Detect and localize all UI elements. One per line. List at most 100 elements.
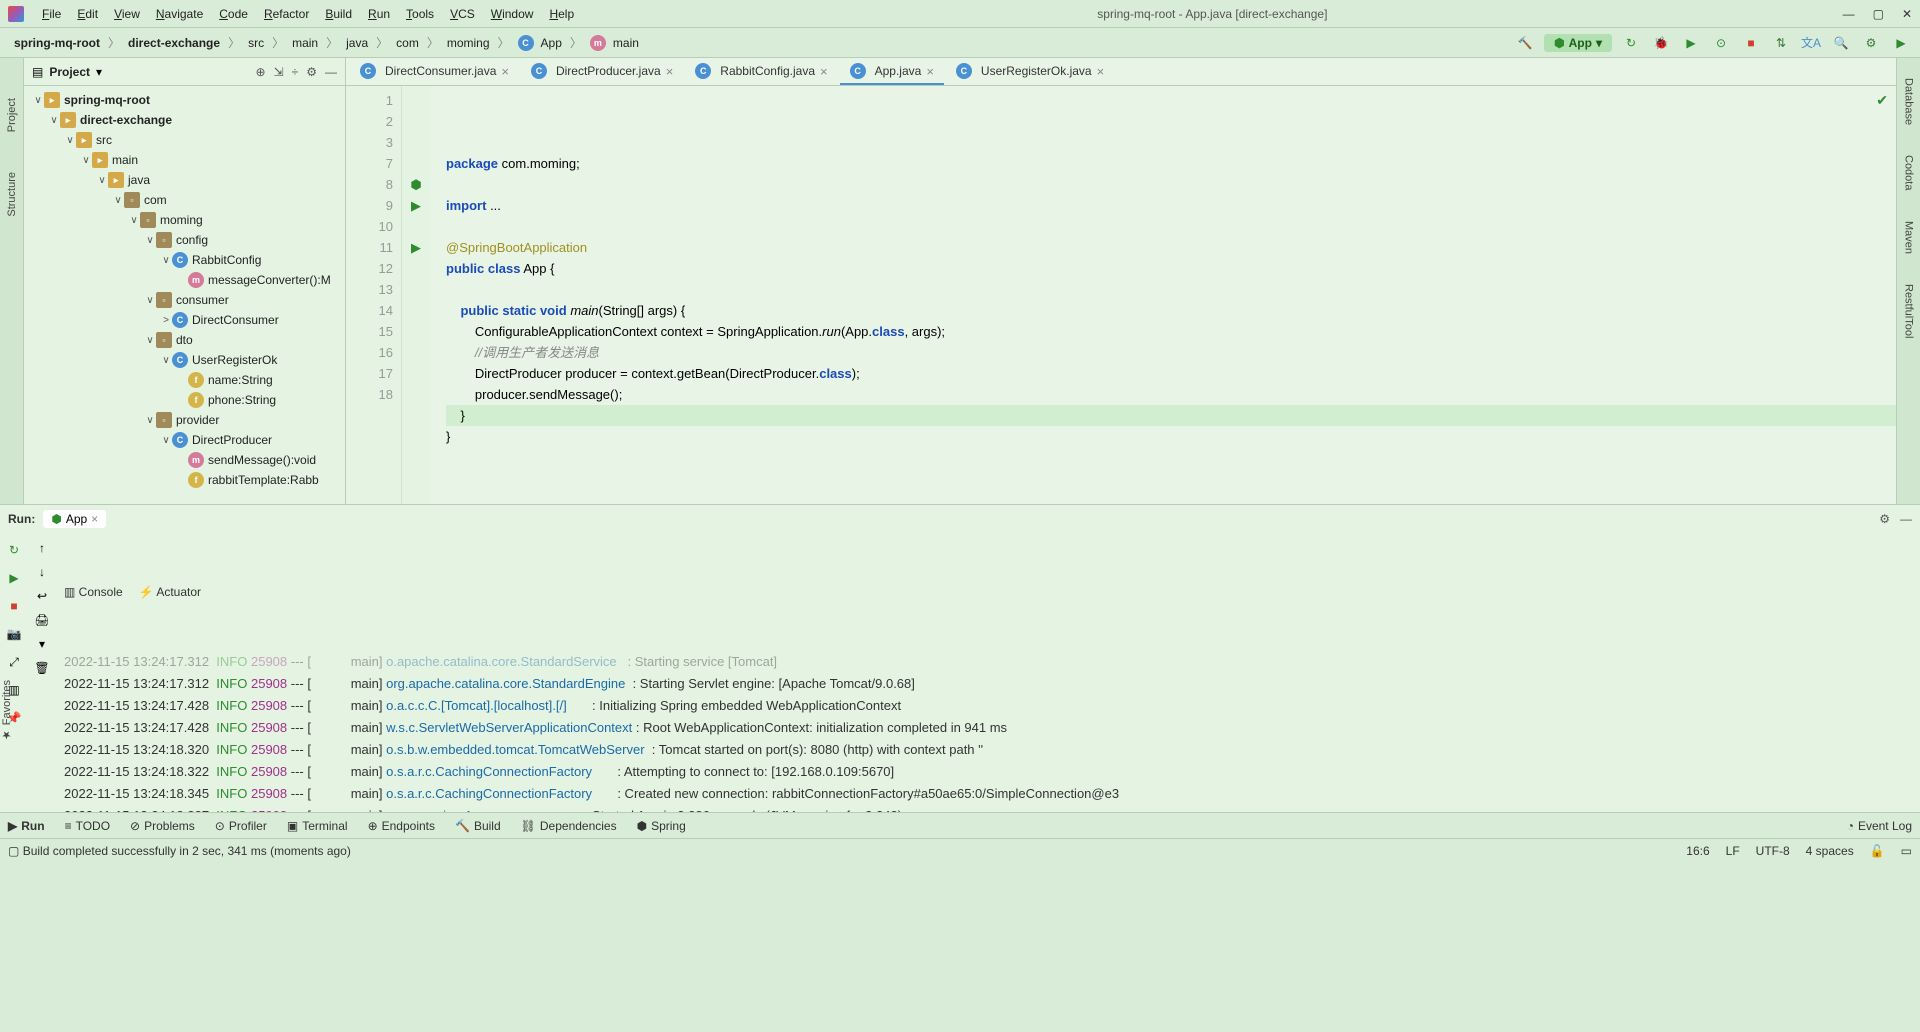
sidebar-tab-structure[interactable]: Structure — [6, 172, 18, 217]
menu-navigate[interactable]: Navigate — [148, 7, 211, 21]
event-log[interactable]: ◔Event Log — [1847, 819, 1912, 833]
menu-window[interactable]: Window — [483, 7, 542, 21]
tree-node-DirectConsumer[interactable]: >CDirectConsumer — [24, 310, 345, 330]
down-icon[interactable]: ↓ — [39, 565, 45, 579]
debug-icon[interactable]: 🐞 — [1650, 32, 1672, 54]
tool-endpoints[interactable]: ⊕Endpoints — [368, 819, 435, 833]
run-config-selector[interactable]: ⬢ App ▾ — [1544, 34, 1612, 52]
tool-dependencies[interactable]: ⛓Dependencies — [521, 819, 617, 833]
play-icon[interactable]: ▶ — [1890, 32, 1912, 54]
exit-icon[interactable]: ⤢ — [5, 653, 23, 671]
menu-run[interactable]: Run — [360, 7, 398, 21]
tab-RabbitConfig.java[interactable]: CRabbitConfig.java× — [685, 59, 837, 85]
memory-indicator[interactable]: ▭ — [1901, 844, 1912, 858]
tool-problems[interactable]: ⊘Problems — [130, 819, 195, 833]
sidebar-tab-codota[interactable]: Codota — [1903, 155, 1915, 190]
tree-node-spring-mq-root[interactable]: ∨▸spring-mq-root — [24, 90, 345, 110]
crumb-java[interactable]: java — [340, 34, 374, 52]
tree-node-com[interactable]: ∨▫com — [24, 190, 345, 210]
coverage-icon[interactable]: ▶ — [1680, 32, 1702, 54]
tree-node-dto[interactable]: ∨▫dto — [24, 330, 345, 350]
build-icon[interactable]: 🔨 — [1514, 32, 1536, 54]
cursor-position[interactable]: 16:6 — [1686, 844, 1709, 858]
tool-build[interactable]: 🔨Build — [455, 819, 501, 833]
wrap-icon[interactable]: ↩ — [37, 589, 47, 603]
crumb-main[interactable]: main — [286, 34, 324, 52]
up-icon[interactable]: ↑ — [39, 541, 45, 555]
console-output[interactable]: ▥ Console ⚡ Actuator 2022-11-15 13:24:17… — [56, 533, 1920, 812]
crumb-src[interactable]: src — [242, 34, 270, 52]
tree-node-direct-exchange[interactable]: ∨▸direct-exchange — [24, 110, 345, 130]
tree-node-phone:String[interactable]: fphone:String — [24, 390, 345, 410]
sidebar-tab-maven[interactable]: Maven — [1903, 221, 1915, 254]
lock-icon[interactable]: 🔓 — [1870, 844, 1885, 858]
crumb-moming[interactable]: moming — [441, 34, 496, 52]
menu-tools[interactable]: Tools — [398, 7, 442, 21]
tree-node-name:String[interactable]: fname:String — [24, 370, 345, 390]
translate-icon[interactable]: 文A — [1800, 32, 1822, 54]
actuator-tab[interactable]: ⚡ Actuator — [139, 581, 201, 603]
menu-build[interactable]: Build — [317, 7, 360, 21]
maximize-icon[interactable]: ▢ — [1873, 7, 1884, 21]
tree-node-moming[interactable]: ∨▫moming — [24, 210, 345, 230]
line-ending[interactable]: LF — [1726, 844, 1740, 858]
console-tab[interactable]: ▥ Console — [64, 581, 123, 603]
close-icon[interactable]: × — [1097, 64, 1105, 79]
crumb-main[interactable]: mmain — [584, 33, 645, 53]
crumb-spring-mq-root[interactable]: spring-mq-root — [8, 34, 106, 52]
tab-DirectConsumer.java[interactable]: CDirectConsumer.java× — [350, 59, 519, 85]
profile-icon[interactable]: ⊙ — [1710, 32, 1732, 54]
project-panel-title[interactable]: Project — [49, 65, 90, 79]
tool-profiler[interactable]: ⊙Profiler — [215, 819, 267, 833]
sidebar-tab-database[interactable]: Database — [1903, 78, 1915, 125]
close-icon[interactable]: × — [666, 64, 674, 79]
minimize-icon[interactable]: — — [1843, 7, 1855, 21]
tree-node-sendMessage():void[interactable]: msendMessage():void — [24, 450, 345, 470]
menu-edit[interactable]: Edit — [69, 7, 106, 21]
print-icon[interactable]: 🖨 — [34, 613, 49, 627]
run-icon[interactable]: ▶ — [5, 569, 23, 587]
close-icon[interactable]: × — [91, 512, 98, 526]
tree-node-rabbitTemplate:Rabb[interactable]: frabbitTemplate:Rabb — [24, 470, 345, 490]
search-icon[interactable]: 🔍 — [1830, 32, 1852, 54]
sidebar-tab-project[interactable]: Project — [6, 98, 18, 132]
tab-DirectProducer.java[interactable]: CDirectProducer.java× — [521, 59, 683, 85]
close-icon[interactable]: ✕ — [1902, 7, 1912, 21]
tree-node-java[interactable]: ∨▸java — [24, 170, 345, 190]
menu-refactor[interactable]: Refactor — [256, 7, 317, 21]
menu-view[interactable]: View — [106, 7, 148, 21]
code-area[interactable]: ✔ package com.moming; import ... @Spring… — [430, 86, 1896, 504]
expand-icon[interactable]: ⇲ — [274, 65, 284, 79]
editor-body[interactable]: 123789101112131415161718 ⬢▶▶ ✔ package c… — [346, 86, 1896, 504]
indent-setting[interactable]: 4 spaces — [1806, 844, 1854, 858]
locate-icon[interactable]: ⊕ — [256, 65, 266, 79]
tool-run[interactable]: ▶Run — [8, 819, 45, 833]
tree-node-messageConverter():M[interactable]: mmessageConverter():M — [24, 270, 345, 290]
gear-icon[interactable]: ⚙ — [1879, 512, 1890, 526]
file-encoding[interactable]: UTF-8 — [1756, 844, 1790, 858]
crumb-App[interactable]: CApp — [512, 33, 568, 53]
rerun-icon[interactable]: ↻ — [5, 541, 23, 559]
chevron-down-icon[interactable]: ▾ — [96, 65, 102, 79]
settings-icon[interactable]: ⚙ — [1860, 32, 1882, 54]
hide-icon[interactable]: — — [1900, 512, 1912, 526]
tree-node-src[interactable]: ∨▸src — [24, 130, 345, 150]
run-icon[interactable]: ↻ — [1620, 32, 1642, 54]
run-app-tab[interactable]: ⬢ App × — [43, 510, 106, 528]
tab-App.java[interactable]: CApp.java× — [840, 59, 944, 85]
camera-icon[interactable]: 📷 — [5, 625, 23, 643]
tree-node-DirectProducer[interactable]: ∨CDirectProducer — [24, 430, 345, 450]
menu-code[interactable]: Code — [211, 7, 256, 21]
menu-file[interactable]: File — [34, 7, 69, 21]
close-icon[interactable]: × — [926, 64, 934, 79]
tree-node-provider[interactable]: ∨▫provider — [24, 410, 345, 430]
tree-node-config[interactable]: ∨▫config — [24, 230, 345, 250]
menu-vcs[interactable]: VCS — [442, 7, 483, 21]
collapse-icon[interactable]: ÷ — [292, 65, 299, 79]
crumb-com[interactable]: com — [390, 34, 425, 52]
gear-icon[interactable]: ⚙ — [306, 65, 317, 79]
tree-node-RabbitConfig[interactable]: ∨CRabbitConfig — [24, 250, 345, 270]
project-tree[interactable]: ∨▸spring-mq-root∨▸direct-exchange∨▸src ∨▸… — [24, 86, 345, 504]
tree-node-consumer[interactable]: ∨▫consumer — [24, 290, 345, 310]
menu-help[interactable]: Help — [541, 7, 582, 21]
